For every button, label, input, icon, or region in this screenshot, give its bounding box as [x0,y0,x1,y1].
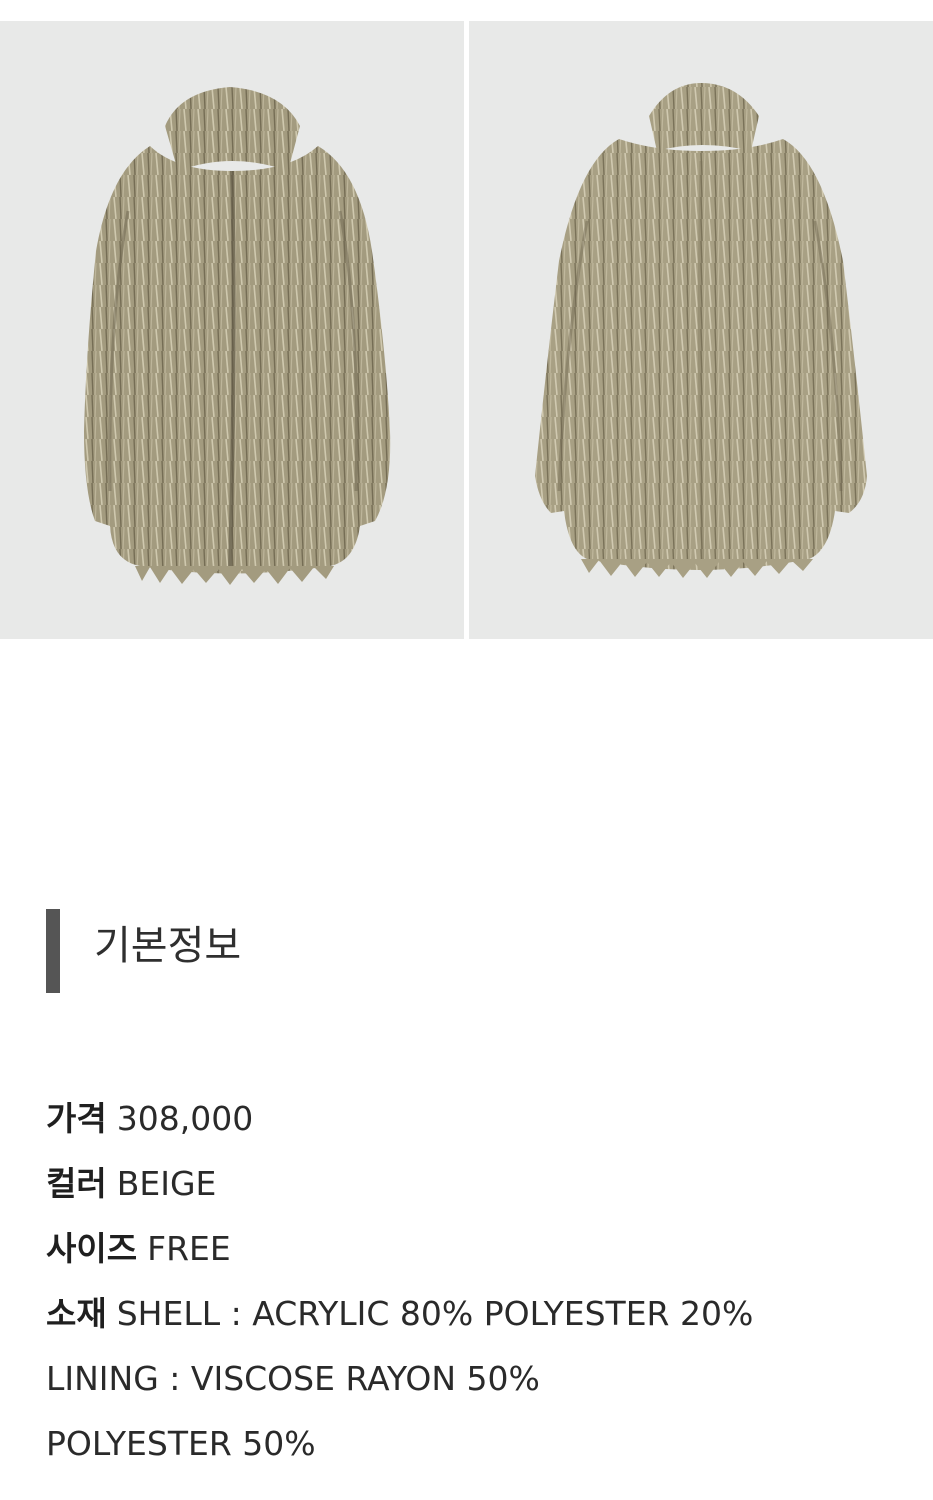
material-label: 소재 [46,1294,107,1333]
color-value: BEIGE [116,1164,217,1203]
size-row: 사이즈 FREE [46,1216,906,1281]
price-row: 가격 308,000 [46,1086,906,1151]
material-lining-cont: POLYESTER 50% [46,1424,316,1463]
size-value: FREE [147,1229,231,1268]
faux-fur-coat-front-icon [84,87,391,585]
product-gallery [0,21,933,639]
coat-back-photo[interactable] [469,21,933,639]
product-info: 가격 308,000 컬러 BEIGE 사이즈 FREE 소재 SHELL : ACRY… [46,1086,906,1476]
color-label: 컬러 [46,1164,107,1203]
material-lining: LINING : VISCOSE RAYON 50% [46,1359,540,1398]
material-row: 소재 SHELL : ACRYLIC 80% POLYESTER 20% [46,1281,906,1346]
size-label: 사이즈 [46,1229,138,1268]
material-lining-row: LINING : VISCOSE RAYON 50% [46,1346,906,1411]
section-title: 기본정보 [94,923,242,969]
coat-front-photo[interactable] [0,21,464,639]
color-row: 컬러 BEIGE [46,1151,906,1216]
material-lining-cont-row: POLYESTER 50% [46,1411,906,1476]
faux-fur-coat-back-icon [535,83,867,578]
material-shell: SHELL : ACRYLIC 80% POLYESTER 20% [116,1294,754,1333]
price-value: 308,000 [116,1099,254,1138]
section-accent-bar [46,909,60,993]
price-label: 가격 [46,1099,107,1138]
